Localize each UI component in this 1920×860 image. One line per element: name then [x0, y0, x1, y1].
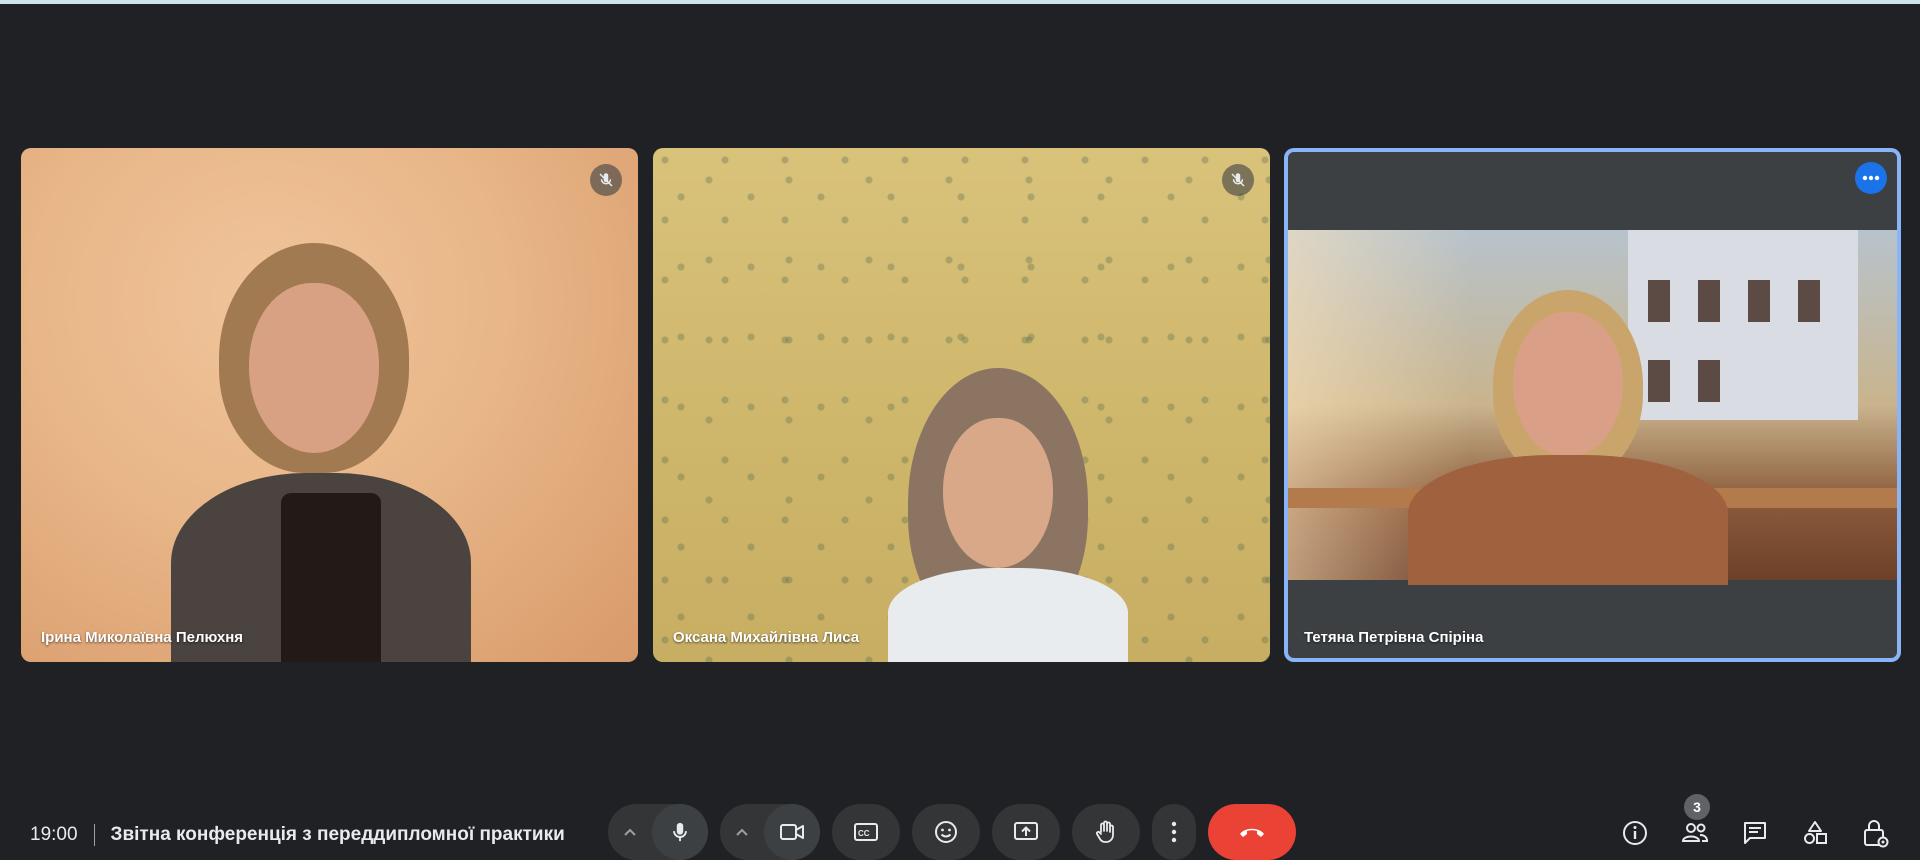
raise-hand-icon: [1095, 820, 1114, 843]
present-screen-icon: [1014, 822, 1038, 840]
people-button[interactable]: 3: [1670, 794, 1720, 858]
info-icon: [1623, 821, 1647, 845]
mic-off-icon: [1222, 164, 1254, 196]
reactions-button[interactable]: [912, 804, 980, 860]
side-panel-buttons: 3: [1600, 794, 1900, 858]
activities-icon: [1804, 821, 1827, 844]
meeting-toolbar: 19:00 Звітна конференція з переддипломно…: [0, 784, 1920, 860]
chat-icon: [1744, 822, 1766, 844]
participant-tile[interactable]: Ірина Миколаївна Пелюхня: [21, 148, 638, 662]
present-screen-button[interactable]: [992, 804, 1060, 860]
end-call-icon: [1240, 828, 1264, 837]
meeting-title: Звітна конференція з переддипломної прак…: [110, 824, 565, 845]
participant-video: [653, 148, 1270, 662]
chat-button[interactable]: [1730, 808, 1780, 858]
captions-button[interactable]: CC: [832, 804, 900, 860]
chevron-up-icon: [736, 828, 748, 836]
more-options-button[interactable]: [1152, 804, 1196, 860]
microphone-button[interactable]: [652, 804, 708, 860]
more-vert-icon: [1171, 821, 1177, 843]
participant-count-badge: 3: [1684, 794, 1710, 820]
call-controls: CC: [608, 804, 1296, 860]
participant-name: Тетяна Петрівна Спіріна: [1304, 629, 1484, 646]
audio-controls: [608, 804, 708, 860]
host-controls-icon: [1864, 820, 1889, 848]
meeting-details-button[interactable]: [1610, 808, 1660, 858]
microphone-icon: [673, 822, 687, 842]
host-controls-button[interactable]: [1850, 808, 1900, 858]
meeting-info: 19:00 Звітна конференція з переддипломно…: [30, 820, 565, 850]
participant-tile[interactable]: Оксана Михайлівна Лиса: [653, 148, 1270, 662]
audio-options-button[interactable]: [608, 804, 652, 860]
people-icon: [1681, 823, 1709, 842]
activities-button[interactable]: [1790, 808, 1840, 858]
video-options-button[interactable]: [720, 804, 764, 860]
more-options-icon[interactable]: [1855, 162, 1887, 194]
participant-name: Оксана Михайлівна Лиса: [673, 629, 860, 646]
chevron-up-icon: [624, 828, 636, 836]
svg-text:CC: CC: [858, 829, 870, 838]
camera-button[interactable]: [764, 804, 820, 860]
meeting-time: 19:00: [30, 824, 78, 845]
participant-name: Ірина Миколаївна Пелюхня: [41, 629, 244, 646]
raise-hand-button[interactable]: [1072, 804, 1140, 860]
camera-icon: [780, 824, 804, 840]
captions-icon: CC: [854, 823, 878, 841]
participant-figure: [888, 368, 1128, 662]
participant-figure: [1408, 290, 1728, 585]
meeting-divider: [93, 824, 95, 846]
participant-video: [1288, 230, 1897, 585]
emoji-icon: [935, 821, 957, 843]
mic-off-icon: [590, 164, 622, 196]
video-controls: [720, 804, 820, 860]
video-stage: Ірина Миколаївна Пелюхня Оксана Михайлів…: [0, 4, 1920, 784]
participant-video: [21, 148, 638, 662]
end-call-button[interactable]: [1208, 804, 1296, 860]
participant-tile-active[interactable]: Тетяна Петрівна Спіріна: [1284, 148, 1901, 662]
participant-figure: [171, 243, 501, 662]
